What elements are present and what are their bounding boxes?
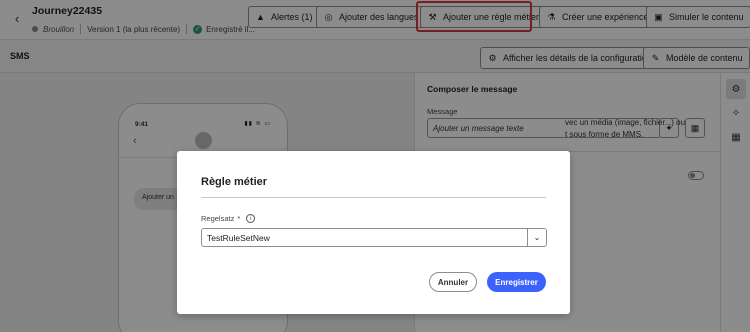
chevron-down-icon[interactable]: ⌄ xyxy=(527,229,546,246)
business-rule-dialog: Règle métier Regelsatz * i TestRuleSetNe… xyxy=(177,151,570,314)
cancel-button[interactable]: Annuler xyxy=(429,272,477,292)
save-button[interactable]: Enregistrer xyxy=(487,272,546,292)
ruleset-select[interactable]: TestRuleSetNew ⌄ xyxy=(201,228,547,247)
dialog-title: Règle métier xyxy=(201,176,268,188)
divider xyxy=(201,197,546,198)
info-icon[interactable]: i xyxy=(246,214,256,223)
ruleset-label: Regelsatz * i xyxy=(201,214,256,223)
ruleset-selected-value: TestRuleSetNew xyxy=(207,233,270,243)
ruleset-label-text: Regelsatz xyxy=(201,214,235,223)
required-mark: * xyxy=(237,214,241,223)
